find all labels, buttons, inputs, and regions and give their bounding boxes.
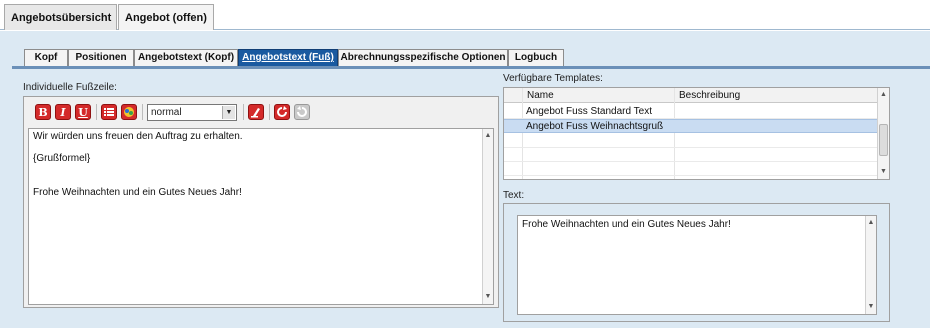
text-label: Text: (503, 190, 525, 201)
editor-line: {Grußformel} (33, 153, 91, 164)
column-header-name[interactable]: Name (522, 88, 674, 103)
sub-tab-bar: Kopf Positionen Angebotstext (Kopf) Ange… (12, 45, 930, 69)
format-select[interactable]: normal ▼ (147, 104, 237, 121)
template-name: Angebot Fuss Standard Text (526, 106, 653, 117)
color-icon[interactable] (121, 104, 137, 120)
content-panel: Individuelle Fußzeile: B I U normal ▼ Wi… (12, 72, 930, 328)
footer-editor: B I U normal ▼ Wir würden uns freuen den… (23, 96, 499, 308)
scroll-up-icon[interactable]: ▲ (878, 90, 889, 100)
document-tab-bar: Angebotsübersicht✕ Angebot (offen)✕ (0, 0, 930, 51)
tab-abrechnungsspezifische-optionen[interactable]: Abrechnungsspezifische Optionen (338, 49, 508, 66)
template-name: Angebot Fuss Weihnachtsgruß (526, 121, 664, 132)
column-header-beschreibung[interactable]: Beschreibung (674, 88, 877, 103)
template-text-box: Frohe Weihnachten und ein Gutes Neues Ja… (503, 203, 890, 322)
tab-label: Angebotsübersicht (11, 12, 112, 24)
tab-angebotstext-kopf[interactable]: Angebotstext (Kopf) (134, 49, 238, 66)
undo-icon[interactable] (274, 104, 290, 120)
scroll-up-icon[interactable]: ▲ (483, 131, 493, 141)
scroll-down-icon[interactable]: ▼ (878, 167, 889, 177)
grid-scrollbar[interactable]: ▲ ▼ (877, 88, 889, 179)
redo-icon[interactable] (294, 104, 310, 120)
clear-format-icon[interactable] (248, 104, 264, 120)
template-text-area[interactable]: Frohe Weihnachten und ein Gutes Neues Ja… (517, 215, 877, 315)
templates-grid: Name Beschreibung Angebot Fuss Standard … (503, 87, 890, 180)
tab-label: Angebot (offen) (125, 12, 207, 24)
main-area: Kopf Positionen Angebotstext (Kopf) Ange… (0, 31, 930, 328)
toolbar-separator (243, 104, 244, 120)
tab-kopf[interactable]: Kopf (24, 49, 68, 66)
list-icon[interactable] (101, 104, 117, 120)
table-row-empty (504, 148, 877, 162)
textbox-scrollbar[interactable]: ▲ ▼ (865, 216, 876, 314)
table-row-empty (504, 162, 877, 176)
grid-header-cell (504, 88, 522, 103)
editor-scrollbar[interactable]: ▲ ▼ (482, 129, 493, 304)
templates-label: Verfügbare Templates: (503, 73, 603, 84)
underline-icon[interactable]: U (75, 104, 91, 120)
tab-angebotstext-fuss[interactable]: Angebotstext (Fuß) (238, 49, 338, 66)
template-description (674, 120, 877, 134)
tab-angebotsuebersicht[interactable]: Angebotsübersicht✕ (4, 4, 117, 51)
editor-line: Wir würden uns freuen den Auftrag zu erh… (33, 131, 243, 142)
table-row-selected[interactable]: Angebot Fuss Weihnachtsgruß (504, 119, 877, 133)
template-description (674, 105, 877, 119)
scroll-thumb[interactable] (879, 124, 888, 156)
footer-text-area[interactable]: Wir würden uns freuen den Auftrag zu erh… (28, 128, 494, 305)
chevron-down-icon[interactable]: ▼ (222, 106, 235, 119)
footer-label: Individuelle Fußzeile: (23, 82, 117, 93)
scroll-down-icon[interactable]: ▼ (483, 292, 493, 302)
toolbar-separator (96, 104, 97, 120)
scroll-up-icon[interactable]: ▲ (866, 218, 876, 228)
template-text: Frohe Weihnachten und ein Gutes Neues Ja… (522, 219, 731, 230)
table-row[interactable]: Angebot Fuss Standard Text (504, 105, 877, 119)
toolbar-separator (269, 104, 270, 120)
toolbar-separator (142, 104, 143, 120)
grid-header: Name Beschreibung (504, 88, 877, 103)
tab-positionen[interactable]: Positionen (68, 49, 134, 66)
editor-toolbar: B I U normal ▼ (24, 97, 498, 127)
italic-icon[interactable]: I (55, 104, 71, 120)
scroll-down-icon[interactable]: ▼ (866, 302, 876, 312)
bold-icon[interactable]: B (35, 104, 51, 120)
tab-logbuch[interactable]: Logbuch (508, 49, 564, 66)
format-select-value: normal (151, 107, 182, 118)
table-row-empty (504, 134, 877, 148)
editor-line: Frohe Weihnachten und ein Gutes Neues Ja… (33, 187, 242, 198)
tab-angebot-offen[interactable]: Angebot (offen)✕ (118, 4, 214, 51)
